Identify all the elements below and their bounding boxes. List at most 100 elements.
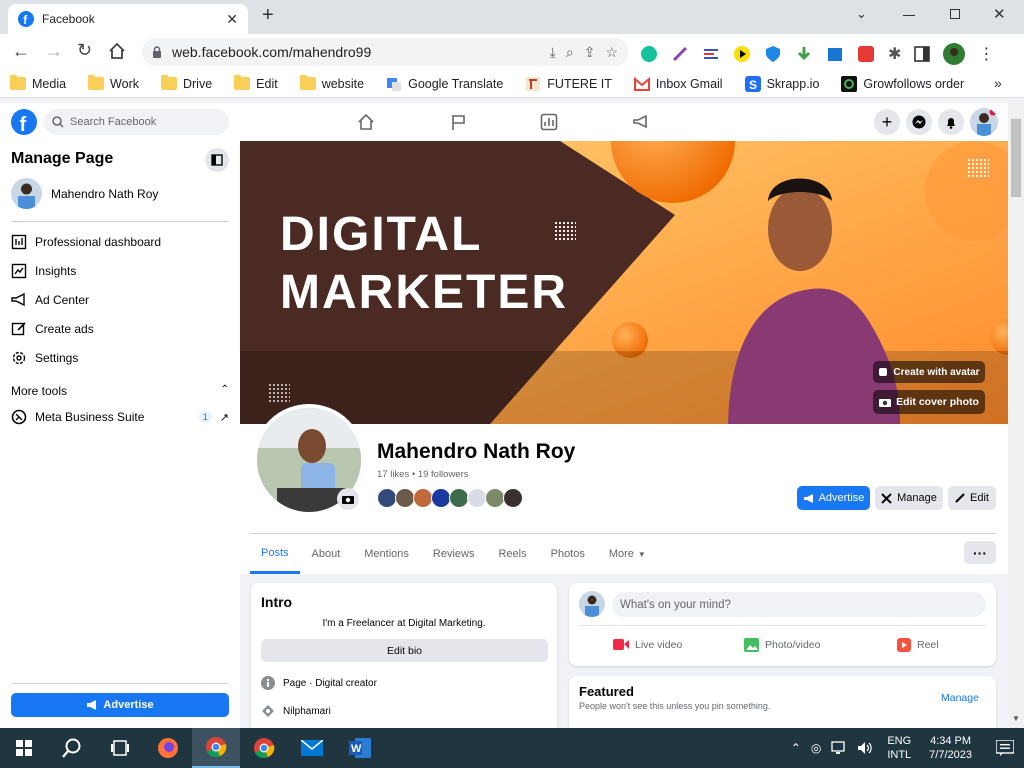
install-icon[interactable]: ⤓ xyxy=(550,44,556,61)
home-nav-icon[interactable] xyxy=(357,113,375,131)
profile-avatar-icon[interactable] xyxy=(943,43,966,65)
bookmark-futere-it[interactable]: FUTERE IT xyxy=(525,76,612,92)
chrome-active-icon[interactable] xyxy=(192,728,240,768)
home-icon[interactable] xyxy=(108,42,126,60)
language-indicator[interactable]: ENG INTL xyxy=(887,734,911,762)
live-video-button[interactable]: Live video xyxy=(613,638,682,651)
follower-avatars[interactable] xyxy=(377,488,523,508)
forward-icon[interactable]: → xyxy=(45,41,63,62)
meta-business-suite-link[interactable]: Meta Business Suite 1 ↗ xyxy=(11,409,229,425)
bookmarks-overflow-icon[interactable]: » xyxy=(994,75,1002,91)
facebook-logo-icon[interactable]: f xyxy=(11,109,37,135)
tab-about[interactable]: About xyxy=(300,534,353,574)
bookmark-skrapp[interactable]: S Skrapp.io xyxy=(744,75,819,92)
scrollbar-thumb[interactable] xyxy=(1011,119,1021,197)
tab-more[interactable]: More ▼ xyxy=(597,534,658,574)
volume-icon[interactable] xyxy=(857,741,873,755)
calendar-extension-icon[interactable] xyxy=(826,45,844,63)
edit-button[interactable]: Edit xyxy=(948,486,996,510)
bookmark-drive[interactable]: Drive xyxy=(160,75,212,91)
close-window-icon[interactable]: ✕ xyxy=(993,5,1006,23)
whats-on-your-mind-input[interactable]: What's on your mind? xyxy=(612,592,986,617)
chrome-icon[interactable] xyxy=(240,728,288,768)
account-avatar[interactable] xyxy=(970,108,998,136)
bookmark-google-translate[interactable]: Google Translate xyxy=(386,76,503,92)
profile-camera-icon[interactable] xyxy=(337,488,359,510)
edit-cover-photo-button[interactable]: Edit cover photo xyxy=(873,390,985,414)
info-icon xyxy=(261,676,275,690)
sidebar-advertise-button[interactable]: Advertise xyxy=(11,693,229,717)
red-extension-icon[interactable] xyxy=(857,45,875,63)
messenger-icon[interactable] xyxy=(906,109,932,135)
advertise-button[interactable]: Advertise xyxy=(797,486,870,510)
bookmark-media[interactable]: Media xyxy=(10,75,66,91)
photo-video-button[interactable]: Photo/video xyxy=(744,638,820,652)
extensions-puzzle-icon[interactable]: ✱ xyxy=(888,44,901,64)
network-icon[interactable] xyxy=(831,741,847,755)
create-plus-icon[interactable]: + xyxy=(874,109,900,135)
clock[interactable]: 4:34 PM 7/7/2023 xyxy=(929,734,972,762)
tab-reviews[interactable]: Reviews xyxy=(421,534,487,574)
meet-now-icon[interactable]: ◎ xyxy=(811,741,821,755)
firefox-icon[interactable] xyxy=(144,728,192,768)
reel-button[interactable]: Reel xyxy=(897,638,939,652)
back-icon[interactable]: ← xyxy=(12,41,30,62)
sidebar-item-professional-dashboard[interactable]: Professional dashboard xyxy=(0,227,240,256)
notifications-center-icon[interactable] xyxy=(996,740,1014,756)
bookmark-growfollows[interactable]: Growfollows order xyxy=(841,75,964,92)
side-panel-icon[interactable] xyxy=(914,46,931,62)
download-extension-icon[interactable] xyxy=(795,45,813,63)
create-with-avatar-button[interactable]: Create with avatar xyxy=(873,361,985,383)
notifications-bell-icon[interactable] xyxy=(938,109,964,135)
bookmark-star-icon[interactable]: ☆ xyxy=(605,44,618,61)
page-switcher[interactable]: Mahendro Nath Roy xyxy=(11,178,158,209)
bookmark-work[interactable]: Work xyxy=(88,75,139,91)
windows-search-icon[interactable] xyxy=(48,728,96,768)
reload-icon[interactable]: ↻ xyxy=(77,40,92,61)
more-tools-header[interactable]: More tools ⌃ xyxy=(11,384,229,398)
tab-photos[interactable]: Photos xyxy=(539,534,597,574)
scroll-down-arrow-icon[interactable]: ▼ xyxy=(1012,714,1020,723)
play-extension-icon[interactable] xyxy=(733,45,751,63)
page-scrollbar[interactable]: ▼ xyxy=(1008,103,1024,728)
close-tab-icon[interactable]: ✕ xyxy=(226,11,238,28)
windows-start-icon[interactable] xyxy=(0,728,48,768)
sidebar-item-insights[interactable]: Insights xyxy=(0,256,240,285)
edit-bio-button[interactable]: Edit bio xyxy=(261,639,548,662)
tab-search-icon[interactable]: ⌄ xyxy=(856,6,867,22)
pen-extension-icon[interactable] xyxy=(671,45,689,63)
flag-nav-icon[interactable] xyxy=(450,113,468,131)
mail-icon[interactable] xyxy=(288,728,336,768)
likes-followers-count[interactable]: 17 likes • 19 followers xyxy=(377,469,469,480)
collapse-sidebar-icon[interactable] xyxy=(205,148,229,172)
sidebar-item-settings[interactable]: Settings xyxy=(0,343,240,372)
tab-mentions[interactable]: Mentions xyxy=(352,534,421,574)
grammarly-extension-icon[interactable] xyxy=(640,45,658,63)
shield-extension-icon[interactable] xyxy=(764,45,782,63)
menu-kebab-icon[interactable]: ⋮ xyxy=(978,44,994,64)
task-view-icon[interactable] xyxy=(96,728,144,768)
featured-manage-link[interactable]: Manage xyxy=(941,692,979,704)
new-tab-icon[interactable]: + xyxy=(262,4,274,27)
tray-chevron-icon[interactable]: ⌃ xyxy=(791,741,801,755)
manage-button[interactable]: Manage xyxy=(875,486,943,510)
bookmark-inbox-gmail[interactable]: Inbox Gmail xyxy=(633,76,723,91)
bookmark-edit[interactable]: Edit xyxy=(234,75,278,91)
browser-tab[interactable]: f Facebook ✕ xyxy=(8,4,248,34)
bookmark-website[interactable]: website xyxy=(299,75,364,91)
more-options-button[interactable]: ··· xyxy=(964,541,996,564)
restore-icon[interactable] xyxy=(950,9,960,19)
minimize-icon[interactable] xyxy=(903,15,915,16)
address-bar[interactable]: web.facebook.com/mahendro99 ⤓ ⌕ ⇪ ☆ xyxy=(142,38,628,66)
search-facebook-input[interactable]: Search Facebook xyxy=(44,109,229,135)
sidebar-item-ad-center[interactable]: Ad Center xyxy=(0,285,240,314)
share-icon[interactable]: ⇪ xyxy=(584,44,596,61)
sidebar-item-create-ads[interactable]: Create ads xyxy=(0,314,240,343)
insights-nav-icon[interactable] xyxy=(540,113,558,131)
zoom-icon[interactable]: ⌕ xyxy=(566,44,574,61)
word-icon[interactable]: W xyxy=(336,728,384,768)
lines-extension-icon[interactable] xyxy=(702,45,720,63)
megaphone-nav-icon[interactable] xyxy=(632,113,650,131)
tab-posts[interactable]: Posts xyxy=(250,534,300,574)
tab-reels[interactable]: Reels xyxy=(486,534,538,574)
